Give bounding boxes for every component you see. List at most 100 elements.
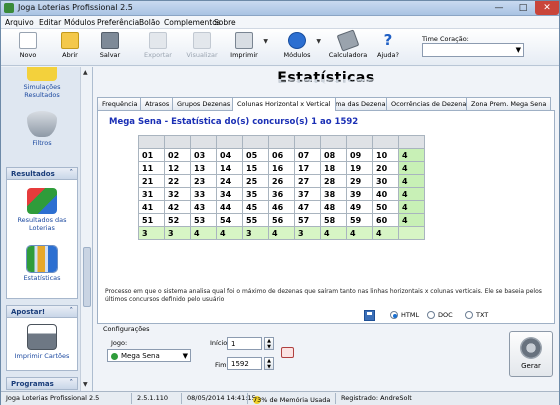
- export-button[interactable]: Exportar: [137, 32, 179, 64]
- status-version: 2.5.1.110: [137, 394, 169, 402]
- sidebar-group-resultados: Resultados ˆ Resultados das Loterias Est…: [6, 167, 78, 299]
- table-cell: 55: [242, 213, 269, 227]
- new-document-icon: [19, 32, 37, 49]
- row-total-cell: 4: [398, 174, 425, 188]
- table-cell: 04: [216, 148, 243, 162]
- table-row: 01 02 03 04 05 06 07 08 09 10 4: [138, 148, 425, 162]
- calculator-button[interactable]: Calculadora: [327, 29, 369, 64]
- table-cell: 33: [190, 187, 217, 201]
- table-cell: 15: [242, 161, 269, 175]
- menu-modulos[interactable]: Módulos: [64, 18, 95, 27]
- group-header[interactable]: Programas ˆ: [7, 378, 77, 390]
- row-total-cell: 4: [398, 161, 425, 175]
- table-cell: 32: [164, 187, 191, 201]
- table-cell: 21: [138, 174, 165, 188]
- scroll-up-icon[interactable]: ▲: [83, 69, 88, 76]
- table-cell: 47: [294, 200, 321, 214]
- group-header[interactable]: Resultados ˆ: [7, 168, 77, 180]
- chevron-up-icon[interactable]: ˆ: [70, 169, 74, 177]
- fim-input[interactable]: 1592: [227, 357, 262, 370]
- fim-stepper[interactable]: ▲ ▼: [264, 357, 274, 370]
- chevron-down-icon: ▼: [182, 352, 188, 360]
- tab-atrasos[interactable]: Atrasos: [140, 97, 175, 110]
- menu-editar[interactable]: Editar: [39, 18, 61, 27]
- app-clover-icon: [4, 3, 14, 13]
- table-cell: 01: [138, 148, 165, 162]
- close-icon[interactable]: ✕: [535, 1, 559, 15]
- open-button[interactable]: Abrir: [49, 32, 91, 64]
- menu-sobre[interactable]: Sobre: [214, 18, 236, 27]
- sidebar-item-estatisticas[interactable]: Estatísticas: [7, 245, 77, 282]
- save-disk-icon[interactable]: [364, 310, 375, 321]
- table-cell: 16: [268, 161, 295, 175]
- scroll-down-icon[interactable]: ▼: [83, 381, 88, 388]
- table-row: 31 32 33 34 35 36 37 38 39 40 4: [138, 187, 425, 201]
- column-total-cell: 4: [346, 226, 373, 240]
- menu-arquivo[interactable]: Arquivo: [5, 18, 34, 27]
- sidebar-item-imprimir-cartoes[interactable]: Imprimir Cartões: [7, 324, 77, 360]
- menu-bolao[interactable]: Bolão: [139, 18, 160, 27]
- open-folder-icon: [61, 32, 79, 49]
- sidebar-scrollbar[interactable]: ▲ ▼: [80, 67, 92, 391]
- status-divider: [335, 393, 336, 404]
- jogo-select[interactable]: Mega Sena ▼: [107, 349, 191, 362]
- table-row: 41 42 43 44 45 46 47 48 49 50 4: [138, 200, 425, 214]
- calculator-icon: [336, 29, 360, 52]
- table-cell: 39: [346, 187, 373, 201]
- clear-range-icon[interactable]: [281, 347, 294, 358]
- table-cell: 26: [268, 174, 295, 188]
- format-radio-html[interactable]: HTML: [390, 311, 419, 319]
- table-cell: 10: [372, 148, 399, 162]
- status-datetime: 08/05/2014 14:41:15: [187, 394, 256, 402]
- table-cell: 49: [346, 200, 373, 214]
- help-icon: ?: [383, 31, 393, 49]
- print-button[interactable]: Imprimir ▼: [223, 32, 268, 64]
- chevron-down-icon[interactable]: ▼: [263, 38, 268, 45]
- maximize-icon[interactable]: □: [511, 1, 535, 15]
- config-title: Configurações: [103, 325, 150, 333]
- save-button[interactable]: Salvar: [89, 32, 131, 64]
- gerar-button[interactable]: Gerar: [509, 331, 553, 377]
- tab-ocorrencias-dezenas[interactable]: Ocorrências de Dezenas: [386, 97, 475, 110]
- scroll-thumb[interactable]: [83, 247, 91, 307]
- main-content: Estatísticas Estatísticas Frequência Atr…: [93, 67, 559, 391]
- chevron-down-icon[interactable]: ▼: [316, 38, 321, 45]
- table-cell: 50: [372, 200, 399, 214]
- table-row: [138, 135, 425, 149]
- minimize-icon[interactable]: —: [487, 1, 511, 15]
- time-select[interactable]: ▼: [422, 43, 524, 57]
- column-total-cell: 3: [242, 226, 269, 240]
- application-window: Joga Loterias Profissional 2.5 — □ ✕ Arq…: [0, 0, 560, 405]
- sidebar-item-simulacoes[interactable]: Simulações Resultados: [7, 67, 77, 99]
- title-bar[interactable]: Joga Loterias Profissional 2.5 — □ ✕: [1, 1, 559, 16]
- table-cell: 12: [164, 161, 191, 175]
- preview-button[interactable]: Visualizar: [181, 32, 223, 64]
- inicio-stepper[interactable]: ▲ ▼: [264, 337, 274, 350]
- help-button[interactable]: ? Ajuda?: [367, 32, 409, 64]
- table-cell: 52: [164, 213, 191, 227]
- sidebar-item-filtros[interactable]: Filtros: [7, 111, 77, 147]
- panel-title: Mega Sena - Estatística do(s) concurso(s…: [109, 117, 359, 127]
- new-button[interactable]: Novo: [7, 32, 49, 64]
- sidebar-item-resultados-loterias[interactable]: Resultados das Loterias: [7, 188, 77, 232]
- chevron-up-icon[interactable]: ˆ: [70, 307, 74, 315]
- simulation-icon: [27, 67, 57, 81]
- modules-button[interactable]: Módulos ▼: [276, 32, 321, 64]
- group-header[interactable]: Apostar! ˆ: [7, 306, 77, 318]
- format-radio-txt[interactable]: TXT: [465, 311, 488, 319]
- tab-colunas-horizontal-vertical[interactable]: Colunas Horizontal x Vertical: [232, 97, 336, 111]
- numbers-grid: 01 02 03 04 05 06 07 08 09 10 4 11 12 13 14 15 16 17 18 19…: [138, 135, 425, 240]
- inicio-input[interactable]: 1: [227, 337, 262, 350]
- menu-bar: Arquivo Editar Módulos Preferência Bolão…: [1, 16, 559, 29]
- column-total-cell: 3: [138, 226, 165, 240]
- export-icon: [149, 32, 167, 49]
- tab-grupos-dezenas[interactable]: Grupos Dezenas: [172, 97, 236, 110]
- jogo-label: Jogo:: [111, 339, 128, 347]
- format-radio-doc[interactable]: DOC: [427, 311, 453, 319]
- tab-zona-prem-mega-sena[interactable]: Zona Prem. Mega Sena: [466, 97, 552, 110]
- chevron-up-icon[interactable]: ˆ: [70, 379, 74, 387]
- menu-complementos[interactable]: Complementos: [164, 18, 221, 27]
- tab-frequencia[interactable]: Frequência: [97, 97, 143, 110]
- menu-preferencia[interactable]: Preferência: [97, 18, 139, 27]
- table-cell: 09: [346, 148, 373, 162]
